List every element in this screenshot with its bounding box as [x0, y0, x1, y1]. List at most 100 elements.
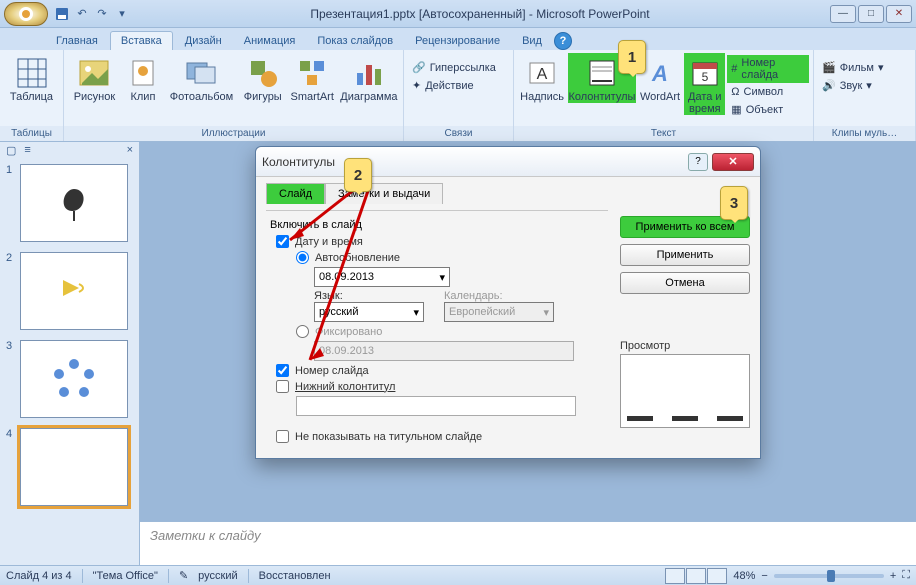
autoupdate-label: Автообновление	[315, 252, 400, 264]
movie-label: Фильм	[840, 62, 874, 74]
album-label: Фотоальбом	[170, 91, 234, 103]
zoom-slider[interactable]	[774, 574, 884, 578]
fixed-label: Фиксировано	[315, 326, 382, 338]
dialog-tab-slide[interactable]: Слайд	[266, 183, 325, 204]
cal-label: Календарь:	[444, 290, 554, 302]
album-button[interactable]: Фотоальбом	[165, 53, 238, 103]
action-button[interactable]: ✦Действие	[408, 77, 500, 94]
tab-animation[interactable]: Анимация	[234, 32, 306, 50]
zoom-percent[interactable]: 48%	[733, 570, 755, 582]
apply-button[interactable]: Применить	[620, 244, 750, 266]
smartart-label: SmartArt	[290, 91, 333, 103]
dontshow-checkbox[interactable]	[276, 430, 289, 443]
maximize-button[interactable]: □	[858, 5, 884, 23]
datetime-label: Дата и время	[684, 91, 725, 115]
ribbon: Таблица Таблицы Рисунок Клип Фотоальбом …	[0, 50, 916, 142]
chevron-down-icon: ▾	[413, 306, 419, 319]
dialog-close-button[interactable]: ✕	[712, 153, 754, 171]
view-normal-button[interactable]	[665, 568, 685, 584]
clip-button[interactable]: Клип	[123, 53, 163, 103]
image-icon	[78, 57, 110, 89]
office-icon	[17, 5, 35, 23]
tab-view[interactable]: Вид	[512, 32, 552, 50]
help-button[interactable]: ?	[554, 32, 572, 50]
tab-review[interactable]: Рецензирование	[405, 32, 510, 50]
qat-redo-icon[interactable]: ↷	[94, 6, 110, 22]
view-sorter-button[interactable]	[686, 568, 706, 584]
tab-design[interactable]: Дизайн	[175, 32, 232, 50]
include-label: Включить в слайд	[270, 219, 608, 231]
slide-thumb-4[interactable]	[20, 428, 128, 506]
chart-button[interactable]: Диаграмма	[339, 53, 399, 103]
textbox-label: Надпись	[520, 91, 564, 103]
object-button[interactable]: ▦Объект	[727, 101, 809, 118]
callout-1: 1	[618, 40, 646, 74]
dialog-tab-notes[interactable]: Заметки и выдачи	[325, 183, 443, 204]
office-button[interactable]	[4, 2, 48, 26]
close-button[interactable]: ✕	[886, 5, 912, 23]
qat-undo-icon[interactable]: ↶	[74, 6, 90, 22]
outline-panel-tab-icon[interactable]: ≡	[24, 144, 30, 158]
table-button[interactable]: Таблица	[4, 53, 59, 103]
slidenum-checkbox[interactable]	[276, 364, 289, 377]
zoom-out-button[interactable]: −	[761, 570, 767, 582]
chevron-down-icon: ▾	[543, 306, 549, 319]
datetime-button[interactable]: 5Дата и время	[684, 53, 725, 115]
lang-combo[interactable]: русский ▾	[314, 302, 424, 322]
shapes-label: Фигуры	[244, 91, 282, 103]
cancel-button[interactable]: Отмена	[620, 272, 750, 294]
datetime-label: Дату и время	[295, 236, 363, 248]
table-icon	[16, 57, 48, 89]
autoupdate-radio[interactable]	[296, 251, 309, 264]
group-illust-label: Иллюстрации	[64, 126, 403, 141]
qat-save-icon[interactable]	[54, 6, 70, 22]
slide-thumb-3[interactable]	[20, 340, 128, 418]
group-text-label: Текст	[514, 126, 813, 141]
tab-slideshow[interactable]: Показ слайдов	[307, 32, 403, 50]
footer-checkbox[interactable]	[276, 380, 289, 393]
movie-button[interactable]: 🎬Фильм ▾	[818, 59, 887, 76]
sound-button[interactable]: 🔊Звук ▾	[818, 77, 887, 94]
symbol-button[interactable]: ΩСимвол	[727, 84, 809, 100]
footer-field-label: Нижний колонтитул	[295, 381, 395, 393]
hyperlink-button[interactable]: 🔗Гиперссылка	[408, 59, 500, 76]
image-button[interactable]: Рисунок	[68, 53, 121, 103]
dialog-help-button[interactable]: ?	[688, 153, 708, 171]
action-icon: ✦	[412, 79, 421, 92]
fit-button[interactable]: ⛶	[902, 569, 910, 582]
chevron-down-icon: ▾	[439, 271, 445, 284]
smartart-button[interactable]: SmartArt	[288, 53, 337, 103]
slide-thumb-2[interactable]	[20, 252, 128, 330]
callout-3: 3	[720, 186, 748, 220]
footer-input[interactable]	[296, 396, 576, 416]
panel-close-icon[interactable]: ×	[127, 144, 133, 158]
lang-value: русский	[319, 306, 358, 318]
slide-thumb-1[interactable]	[20, 164, 128, 242]
sound-label: Звук	[840, 80, 863, 92]
thumb-num: 3	[6, 340, 16, 352]
date-format-combo[interactable]: 08.09.2013 ▾	[314, 267, 450, 287]
status-lang[interactable]: русский	[198, 570, 237, 582]
datetime-checkbox[interactable]	[276, 235, 289, 248]
zoom-in-button[interactable]: +	[890, 570, 896, 582]
notes-pane[interactable]: Заметки к слайду	[140, 521, 916, 565]
tab-insert[interactable]: Вставка	[110, 31, 173, 50]
slide-panel[interactable]: ▢≡× 1 2 3 4	[0, 142, 140, 565]
qat-dropdown-icon[interactable]: ▾	[114, 6, 130, 22]
spellcheck-icon[interactable]: ✎	[179, 569, 188, 582]
wordart-icon: A	[644, 57, 676, 89]
fixed-radio[interactable]	[296, 325, 309, 338]
svg-text:A: A	[537, 66, 548, 83]
minimize-button[interactable]: —	[830, 5, 856, 23]
date-value: 08.09.2013	[319, 271, 374, 283]
group-tables-label: Таблицы	[0, 126, 63, 141]
slides-panel-tab-icon[interactable]: ▢	[6, 144, 16, 158]
view-slideshow-button[interactable]	[707, 568, 727, 584]
status-theme: "Тема Office"	[93, 570, 158, 582]
shapes-button[interactable]: Фигуры	[240, 53, 286, 103]
chart-label: Диаграмма	[340, 91, 397, 103]
textbox-button[interactable]: A Надпись	[518, 53, 566, 103]
tab-home[interactable]: Главная	[46, 32, 108, 50]
status-saved: Восстановлен	[259, 570, 331, 582]
slidenum-button[interactable]: #Номер слайда	[727, 55, 809, 83]
